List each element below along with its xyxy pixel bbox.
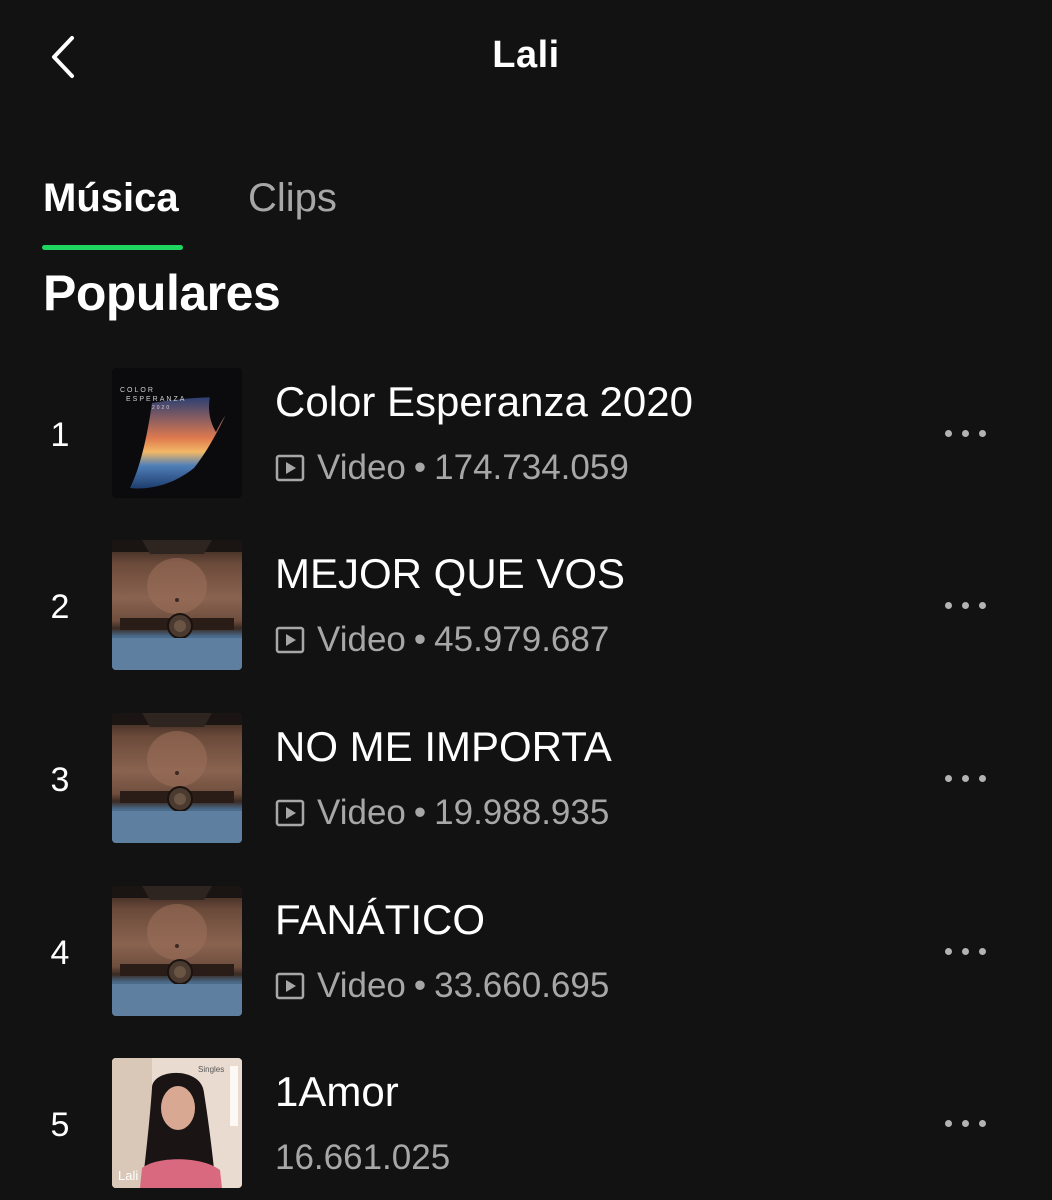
tab-bar: Música Clips: [0, 170, 1052, 260]
track-meta: Video • 33.660.695: [275, 966, 609, 1006]
track-row[interactable]: 1 COLOR ESPERANZA 2020 Color Esperanza 2…: [0, 368, 1052, 508]
section-title: Populares: [43, 265, 281, 321]
more-options-button[interactable]: [925, 585, 1005, 625]
more-dots-icon: [944, 429, 952, 437]
more-options-button[interactable]: [925, 758, 1005, 798]
track-row[interactable]: 2 MEJOR QUE VOS Video • 45.979.687: [0, 540, 1052, 680]
more-options-button[interactable]: [925, 1103, 1005, 1143]
video-badge: Video: [317, 966, 406, 1005]
meta-separator: •: [413, 966, 427, 1005]
video-icon: [275, 626, 305, 654]
track-title: 1Amor: [275, 1068, 399, 1115]
track-title: FANÁTICO: [275, 896, 486, 943]
track-meta: 16.661.025: [275, 1138, 450, 1178]
track-rank: 2: [50, 588, 70, 626]
track-row[interactable]: 5 Singles Lali 1Amor 16.661.025: [0, 1058, 1052, 1198]
play-count: 45.979.687: [434, 620, 610, 659]
more-options-button[interactable]: [925, 413, 1005, 453]
meta-separator: •: [413, 448, 427, 487]
page-title: Lali: [492, 34, 560, 76]
play-count: 19.988.935: [434, 793, 610, 832]
video-badge: Video: [317, 448, 406, 487]
top-bar: Lali: [0, 0, 1052, 115]
meta-separator: •: [413, 620, 427, 659]
cover-text-color: COLOR: [120, 387, 155, 394]
track-rank: 4: [50, 934, 70, 972]
video-icon: [275, 972, 305, 1000]
track-rank: 1: [50, 416, 70, 454]
track-title: NO ME IMPORTA: [275, 723, 612, 770]
album-cover: COLOR ESPERANZA 2020: [112, 368, 242, 498]
more-dots-icon: [944, 774, 952, 782]
video-badge: Video: [317, 793, 406, 832]
more-dots-icon: [944, 947, 952, 955]
album-cover: [112, 886, 242, 1016]
cover-text-esperanza: ESPERANZA: [126, 396, 186, 403]
track-meta: Video • 19.988.935: [275, 793, 609, 833]
video-badge: Video: [317, 620, 406, 659]
track-rank: 5: [50, 1106, 70, 1144]
track-title: Color Esperanza 2020: [275, 378, 693, 425]
album-cover: [112, 540, 242, 670]
track-meta: Video • 174.734.059: [275, 448, 629, 488]
cover-text-year: 2020: [152, 405, 171, 411]
active-tab-indicator: [42, 245, 183, 250]
track-meta: Video • 45.979.687: [275, 620, 609, 660]
tab-musica[interactable]: Música: [43, 176, 179, 221]
more-options-button[interactable]: [925, 931, 1005, 971]
video-icon: [275, 799, 305, 827]
play-count: 33.660.695: [434, 966, 610, 1005]
track-rank: 3: [50, 761, 70, 799]
tab-clips[interactable]: Clips: [248, 176, 337, 221]
track-row[interactable]: 4 FANÁTICO Video • 33.660.695: [0, 886, 1052, 1026]
track-title: MEJOR QUE VOS: [275, 550, 626, 597]
more-dots-icon: [944, 1119, 952, 1127]
track-row[interactable]: 3 NO ME IMPORTA Video • 19.988.935: [0, 713, 1052, 853]
more-dots-icon: [944, 601, 952, 609]
cover-singles-label: Singles: [198, 1065, 224, 1074]
play-count: 174.734.059: [434, 448, 629, 487]
meta-separator: •: [413, 793, 427, 832]
video-icon: [275, 454, 305, 482]
album-cover: Singles Lali: [112, 1058, 242, 1188]
album-cover: [112, 713, 242, 843]
cover-artist-label: Lali: [118, 1168, 138, 1183]
play-count: 16.661.025: [275, 1138, 451, 1177]
